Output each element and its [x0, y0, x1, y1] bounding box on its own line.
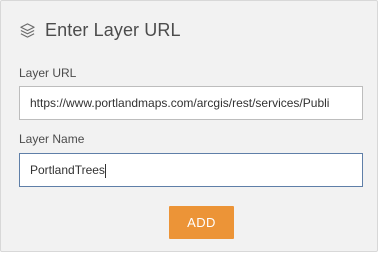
layer-name-label: Layer Name [19, 132, 85, 146]
panel-title: Enter Layer URL [45, 20, 181, 40]
layers-icon [20, 23, 35, 38]
layer-url-label: Layer URL [19, 66, 77, 80]
layer-url-input[interactable]: https://www.portlandmaps.com/arcgis/rest… [19, 86, 363, 120]
panel-header: Enter Layer URL [19, 20, 181, 41]
layer-name-input[interactable]: PortlandTrees [19, 153, 363, 187]
layer-url-value: https://www.portlandmaps.com/arcgis/rest… [30, 96, 330, 110]
add-button[interactable]: ADD [169, 206, 234, 239]
layer-name-value: PortlandTrees [30, 163, 105, 177]
text-cursor [104, 163, 106, 178]
add-layer-panel: Enter Layer URL Layer URL https://www.po… [0, 0, 378, 252]
